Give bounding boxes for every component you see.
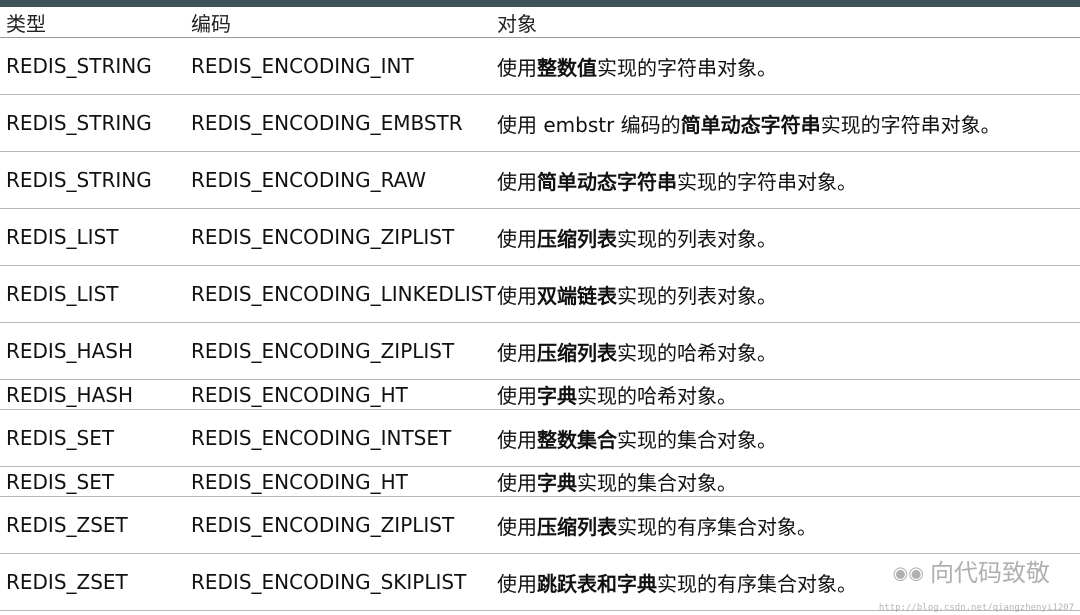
description-emphasis: 压缩列表 xyxy=(537,514,617,539)
cell-description: 使用字典实现的哈希对象。 xyxy=(491,379,1080,410)
header-encoding: 编码 xyxy=(185,7,491,38)
description-emphasis: 双端链表 xyxy=(537,283,617,308)
cell-description: 使用 embstr 编码的简单动态字符串实现的字符串对象。 xyxy=(491,94,1080,152)
table-row: REDIS_LIST REDIS_ENCODING_LINKEDLIST 使用双端链… xyxy=(0,265,1080,323)
cell-encoding: REDIS_ENCODING_INTSET xyxy=(185,409,491,467)
table-row: REDIS_LIST REDIS_ENCODING_ZIPLIST 使用压缩列表实现… xyxy=(0,208,1080,266)
description-emphasis: 压缩列表 xyxy=(537,226,617,251)
header-type: 类型 xyxy=(0,7,185,38)
description-text: 使用 xyxy=(497,283,537,308)
cell-encoding: REDIS_ENCODING_RAW xyxy=(185,151,491,209)
cell-encoding: REDIS_ENCODING_HT xyxy=(185,379,491,410)
description-text: 实现的有序集合对象。 xyxy=(617,514,817,539)
description-text: 实现的有序集合对象。 xyxy=(657,571,857,596)
description-emphasis: 简单动态字符串 xyxy=(680,112,821,137)
cell-description: 使用整数集合实现的集合对象。 xyxy=(491,409,1080,467)
description-text: 使用 xyxy=(497,340,537,365)
cell-encoding: REDIS_ENCODING_INT xyxy=(185,37,491,95)
description-text: 使用 xyxy=(497,226,537,251)
description-text: 实现的列表对象。 xyxy=(617,226,777,251)
description-text: 实现的字符串对象。 xyxy=(597,55,777,80)
description-text: 使用 embstr 编码的 xyxy=(497,112,681,137)
description-text: 实现的哈希对象。 xyxy=(577,384,737,408)
description-text: 使用 xyxy=(497,471,537,495)
cell-type: REDIS_LIST xyxy=(0,208,185,266)
cell-description: 使用压缩列表实现的有序集合对象。 xyxy=(491,496,1080,554)
cell-description: 使用简单动态字符串实现的字符串对象。 xyxy=(491,151,1080,209)
table-row: REDIS_STRING REDIS_ENCODING_INT 使用整数值实现的字符… xyxy=(0,37,1080,95)
table-row: REDIS_STRING REDIS_ENCODING_EMBSTR 使用 embs… xyxy=(0,94,1080,152)
cell-description: 使用整数值实现的字符串对象。 xyxy=(491,37,1080,95)
table-row: REDIS_HASH REDIS_ENCODING_ZIPLIST 使用压缩列表实现… xyxy=(0,322,1080,380)
cell-encoding: REDIS_ENCODING_ZIPLIST xyxy=(185,322,491,380)
description-emphasis: 简单动态字符串 xyxy=(537,169,677,194)
cell-type: REDIS_ZSET xyxy=(0,496,185,554)
description-emphasis: 整数值 xyxy=(537,55,597,80)
cell-description: 使用压缩列表实现的哈希对象。 xyxy=(491,322,1080,380)
description-emphasis: 压缩列表 xyxy=(537,340,617,365)
description-text: 实现的列表对象。 xyxy=(617,283,777,308)
encoding-table: 类型 编码 对象 REDIS_STRING REDIS_ENCODING_INT 使… xyxy=(0,7,1080,611)
description-text: 使用 xyxy=(497,169,537,194)
description-text: 使用 xyxy=(497,571,537,596)
cell-type: REDIS_LIST xyxy=(0,265,185,323)
description-text: 实现的字符串对象。 xyxy=(677,169,857,194)
table-row: REDIS_HASH REDIS_ENCODING_HT 使用字典实现的哈希对象。 xyxy=(0,379,1080,410)
cell-encoding: REDIS_ENCODING_LINKEDLIST xyxy=(185,265,496,323)
table-row: REDIS_ZSET REDIS_ENCODING_SKIPLIST 使用跳跃表和字… xyxy=(0,553,1080,611)
cell-description: 使用压缩列表实现的列表对象。 xyxy=(491,208,1080,266)
cell-type: REDIS_SET xyxy=(0,466,185,497)
cell-description: 使用字典实现的集合对象。 xyxy=(491,466,1080,497)
table-body: REDIS_STRING REDIS_ENCODING_INT 使用整数值实现的字符… xyxy=(0,37,1080,611)
cell-encoding: REDIS_ENCODING_ZIPLIST xyxy=(185,496,491,554)
table-header: 类型 编码 对象 xyxy=(0,7,1080,38)
top-bar xyxy=(0,0,1080,7)
cell-type: REDIS_STRING xyxy=(0,94,185,152)
description-emphasis: 跳跃表和字典 xyxy=(537,571,657,596)
cell-type: REDIS_STRING xyxy=(0,37,185,95)
cell-type: REDIS_SET xyxy=(0,409,185,467)
description-emphasis: 整数集合 xyxy=(537,427,617,452)
table-row: REDIS_SET REDIS_ENCODING_INTSET 使用整数集合实现的集… xyxy=(0,409,1080,467)
description-text: 使用 xyxy=(497,55,537,80)
description-text: 使用 xyxy=(497,427,537,452)
description-text: 使用 xyxy=(497,384,537,408)
table-row: REDIS_ZSET REDIS_ENCODING_ZIPLIST 使用压缩列表实现… xyxy=(0,496,1080,554)
cell-encoding: REDIS_ENCODING_ZIPLIST xyxy=(185,208,491,266)
cell-encoding: REDIS_ENCODING_SKIPLIST xyxy=(185,553,491,611)
description-text: 使用 xyxy=(497,514,537,539)
cell-type: REDIS_HASH xyxy=(0,379,185,410)
description-text: 实现的集合对象。 xyxy=(577,471,737,495)
description-text: 实现的字符串对象。 xyxy=(820,112,1001,137)
cell-type: REDIS_STRING xyxy=(0,151,185,209)
description-emphasis: 字典 xyxy=(537,471,577,495)
cell-encoding: REDIS_ENCODING_EMBSTR xyxy=(185,94,491,152)
cell-description: 使用跳跃表和字典实现的有序集合对象。 xyxy=(491,553,1080,611)
description-text: 实现的集合对象。 xyxy=(617,427,777,452)
header-object: 对象 xyxy=(491,7,1080,38)
description-emphasis: 字典 xyxy=(537,384,577,408)
cell-type: REDIS_ZSET xyxy=(0,553,185,611)
cell-encoding: REDIS_ENCODING_HT xyxy=(185,466,491,497)
description-text: 实现的哈希对象。 xyxy=(617,340,777,365)
watermark-url: http://blog.csdn.net/qiangzhenyi1207 xyxy=(878,603,1074,613)
cell-type: REDIS_HASH xyxy=(0,322,185,380)
header-row: 类型 编码 对象 xyxy=(0,7,1080,38)
table-row: REDIS_STRING REDIS_ENCODING_RAW 使用简单动态字符串实… xyxy=(0,151,1080,209)
table-row: REDIS_SET REDIS_ENCODING_HT 使用字典实现的集合对象。 xyxy=(0,466,1080,497)
cell-description: 使用双端链表实现的列表对象。 xyxy=(491,265,1080,323)
